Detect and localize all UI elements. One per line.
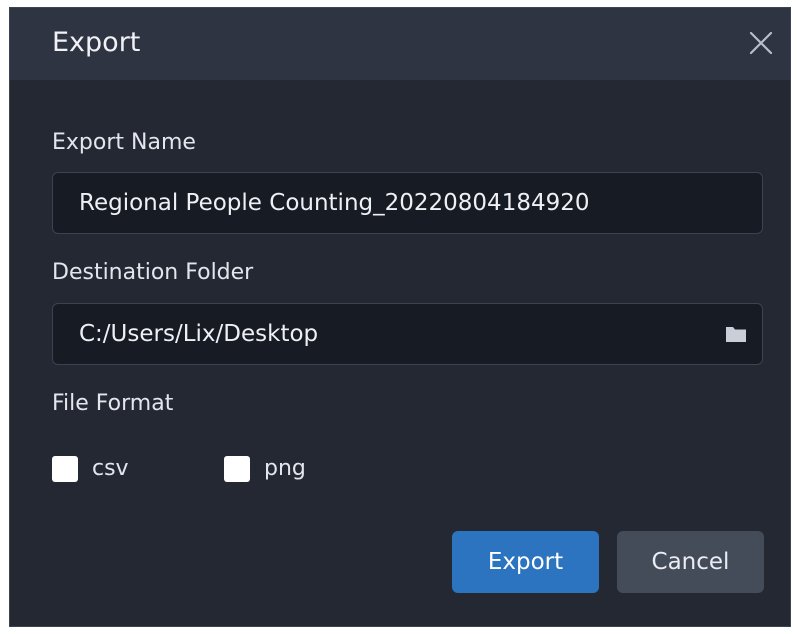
export-name-input[interactable] [79, 173, 719, 233]
export-name-field [52, 172, 763, 234]
export-name-label: Export Name [52, 130, 196, 155]
png-checkbox[interactable]: png [224, 454, 306, 484]
file-format-label: File Format [52, 391, 174, 416]
csv-checkbox-box[interactable] [52, 456, 78, 482]
csv-checkbox[interactable]: csv [52, 454, 129, 484]
close-button[interactable] [744, 26, 778, 60]
close-icon [749, 31, 773, 55]
destination-folder-field [52, 303, 763, 365]
csv-checkbox-label: csv [92, 456, 129, 481]
dialog-titlebar: Export [10, 8, 790, 80]
browse-folder-button[interactable] [724, 322, 748, 346]
dialog-title: Export [52, 27, 141, 58]
folder-icon [726, 327, 746, 342]
png-checkbox-box[interactable] [224, 456, 250, 482]
destination-folder-input[interactable] [79, 304, 719, 364]
destination-folder-label: Destination Folder [52, 260, 254, 285]
export-dialog: Export Export Name Destination Folder Fi… [9, 7, 791, 627]
png-checkbox-label: png [264, 456, 306, 481]
cancel-button[interactable]: Cancel [617, 531, 764, 593]
export-button[interactable]: Export [452, 531, 599, 593]
